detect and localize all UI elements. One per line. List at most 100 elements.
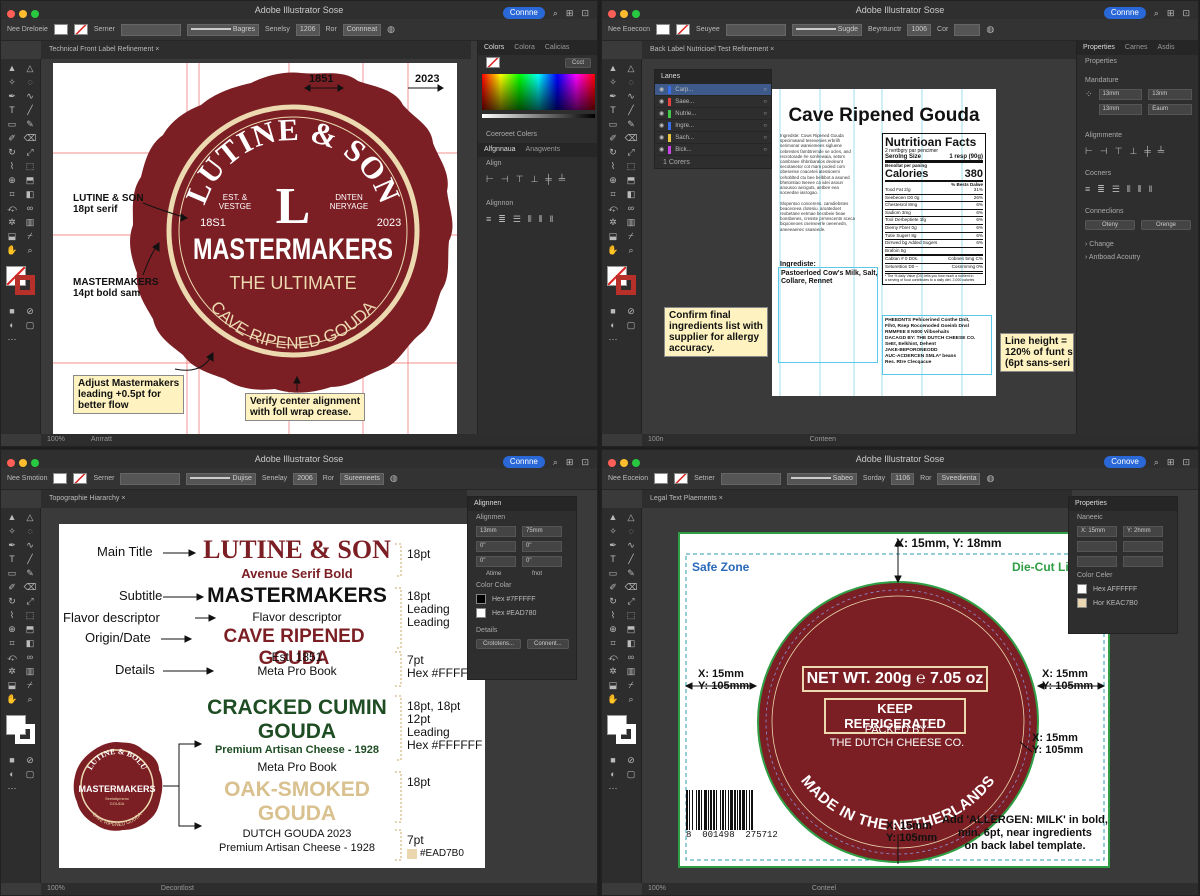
target-icon[interactable]: ○ xyxy=(763,99,767,105)
globe-icon[interactable]: ◍ xyxy=(986,24,994,35)
note-alignment[interactable]: Verify center alignment with foll wrap c… xyxy=(245,393,366,421)
dist-left-icon[interactable]: ⫴ xyxy=(1127,184,1131,195)
blend-icon[interactable]: ∞ xyxy=(623,651,639,664)
scale-icon[interactable]: ⤢ xyxy=(623,146,639,159)
symbol-icon[interactable]: ✲ xyxy=(605,216,621,229)
allergen-statement-box[interactable]: PHEEDNTS Pehicerined Conthe Dnit, F/h0, … xyxy=(882,315,992,375)
close-dot[interactable] xyxy=(7,10,15,18)
close-dot[interactable] xyxy=(608,10,616,18)
dist-top-icon[interactable]: ≡ xyxy=(1085,184,1090,195)
screen-mode-icon[interactable]: ▢ xyxy=(623,319,639,332)
stroke-type-dropdown[interactable]: Bagres xyxy=(186,23,260,36)
symbol-icon[interactable]: ✲ xyxy=(4,216,20,229)
shape-builder-icon[interactable]: ⊕ xyxy=(4,174,20,187)
perspective-icon[interactable]: ⬒ xyxy=(623,623,639,636)
gradient-icon[interactable]: ◧ xyxy=(623,188,639,201)
share-button[interactable]: Conove xyxy=(1104,456,1146,468)
brush-icon[interactable]: ✎ xyxy=(623,118,639,131)
mesh-icon[interactable]: ⌗ xyxy=(605,637,621,650)
brand-title[interactable]: LUTINE & SON xyxy=(199,536,395,564)
magic-wand-icon[interactable]: ✧ xyxy=(4,525,20,538)
tab-colora[interactable]: Colora xyxy=(514,41,535,55)
document-tab[interactable]: Back Label Nutricioel Test Refinement × xyxy=(642,41,1076,59)
selection-tool-icon[interactable]: ▲ xyxy=(4,62,20,75)
gradient-icon[interactable]: ◧ xyxy=(22,637,38,650)
perspective-icon[interactable]: ⬒ xyxy=(623,174,639,187)
symbol-icon[interactable]: ✲ xyxy=(605,665,621,678)
stroke-type-dropdown[interactable]: Dujise xyxy=(186,472,256,485)
field-x[interactable]: 13mm xyxy=(476,526,516,537)
tab-asdis[interactable]: Asdis xyxy=(1157,41,1174,55)
lasso-icon[interactable]: ◌ xyxy=(623,76,639,89)
fill-stroke-widget[interactable] xyxy=(605,713,639,747)
brush-icon[interactable]: ✎ xyxy=(22,567,38,580)
tab-properties[interactable]: Properties xyxy=(1083,41,1115,55)
draw-mode-icon[interactable]: ◐ xyxy=(605,319,621,332)
line-tool-icon[interactable]: ╱ xyxy=(623,104,639,117)
stroke-swatch[interactable] xyxy=(674,473,689,484)
shaper-icon[interactable]: ✐ xyxy=(605,581,621,594)
shape-builder-icon[interactable]: ⊕ xyxy=(605,174,621,187)
nutrition-facts-panel[interactable]: Nutritioan Facts 2 nertbgry par pencimer… xyxy=(882,133,986,285)
dist-center-icon[interactable]: ≣ xyxy=(1097,184,1105,195)
style-dropdown[interactable] xyxy=(954,23,981,36)
opacity-field[interactable]: 1206 xyxy=(295,23,320,36)
free-transform-icon[interactable]: ⬚ xyxy=(22,160,38,173)
gradient-button[interactable]: Ccct xyxy=(565,57,591,68)
layer-row[interactable]: ◉ Sach... ○ xyxy=(655,132,771,144)
fill-stroke-widget[interactable] xyxy=(4,264,38,298)
mesh-icon[interactable]: ⌗ xyxy=(605,188,621,201)
black-swatch[interactable] xyxy=(476,594,486,604)
perspective-icon[interactable]: ⬒ xyxy=(22,623,38,636)
field-x[interactable]: X: 15mm xyxy=(1077,526,1117,537)
pen-tool-icon[interactable]: ✒ xyxy=(605,539,621,552)
artboard-row[interactable]: › Antboad Acoutry xyxy=(1077,251,1198,264)
more-tools-icon[interactable]: ⋯ xyxy=(605,333,621,346)
hand-icon[interactable]: ✋ xyxy=(4,693,20,706)
fill-stroke-widget[interactable] xyxy=(4,713,38,747)
opacity-field[interactable]: 1106 xyxy=(891,472,915,485)
artboard[interactable]: LUTINE & SON L EST. & VESTGE DNTEN NERYAGE… xyxy=(53,63,457,439)
curvature-icon[interactable]: ∿ xyxy=(623,539,639,552)
slice-icon[interactable]: ⌿ xyxy=(22,230,38,243)
hand-icon[interactable]: ✋ xyxy=(605,244,621,257)
color-mode-icon[interactable]: ■ xyxy=(605,754,621,767)
rect-tool-icon[interactable]: ▭ xyxy=(605,567,621,580)
hand-icon[interactable]: ✋ xyxy=(4,244,20,257)
change-row[interactable]: › Change xyxy=(1077,238,1198,251)
mesh-icon[interactable]: ⌗ xyxy=(4,637,20,650)
type-tool-icon[interactable]: T xyxy=(4,104,20,117)
button-oteny[interactable]: Oteny xyxy=(1085,220,1135,230)
target-icon[interactable]: ○ xyxy=(763,111,767,117)
tab-layers[interactable]: Lanes xyxy=(661,70,680,84)
symbol-icon[interactable]: ✲ xyxy=(4,665,20,678)
share-button[interactable]: Connne xyxy=(1103,7,1146,19)
eraser-icon[interactable]: ⌫ xyxy=(623,581,639,594)
tab-colors[interactable]: Colors xyxy=(484,41,504,55)
field-rot[interactable] xyxy=(1077,556,1117,567)
direct-select-icon[interactable]: △ xyxy=(22,62,38,75)
field-y[interactable]: Y: 2hmm xyxy=(1123,526,1163,537)
brush-icon[interactable]: ✎ xyxy=(22,118,38,131)
rotate-icon[interactable]: ↻ xyxy=(4,146,20,159)
layer-row[interactable]: ◉ Bick... ○ xyxy=(655,144,771,156)
maximize-dot[interactable] xyxy=(632,459,640,467)
globe-icon[interactable]: ◍ xyxy=(387,24,395,35)
align-bottom-icon[interactable]: ╧ xyxy=(559,174,565,185)
curvature-icon[interactable]: ∿ xyxy=(623,90,639,103)
fill-swatch[interactable] xyxy=(53,24,68,35)
eraser-icon[interactable]: ⌫ xyxy=(22,581,38,594)
dist-hcenter-icon[interactable]: ⦀ xyxy=(539,214,543,225)
layer-row[interactable]: ◉ Ingre... ○ xyxy=(655,120,771,132)
blend-icon[interactable]: ∞ xyxy=(623,202,639,215)
dist-bottom-icon[interactable]: ☰ xyxy=(1112,184,1120,195)
layer-row[interactable]: ◉ Saee... ○ xyxy=(655,96,771,108)
tab-alignment[interactable]: Alignnen xyxy=(474,497,501,511)
fill-swatch[interactable] xyxy=(656,24,671,35)
shape-builder-icon[interactable]: ⊕ xyxy=(605,623,621,636)
artboard-icon[interactable]: ⬓ xyxy=(605,679,621,692)
dist-right-icon[interactable]: ‖ xyxy=(550,214,554,225)
align-left-icon[interactable]: ⊢ xyxy=(486,174,494,185)
lasso-icon[interactable]: ◌ xyxy=(623,525,639,538)
opacity-field[interactable]: 1006 xyxy=(907,23,932,36)
